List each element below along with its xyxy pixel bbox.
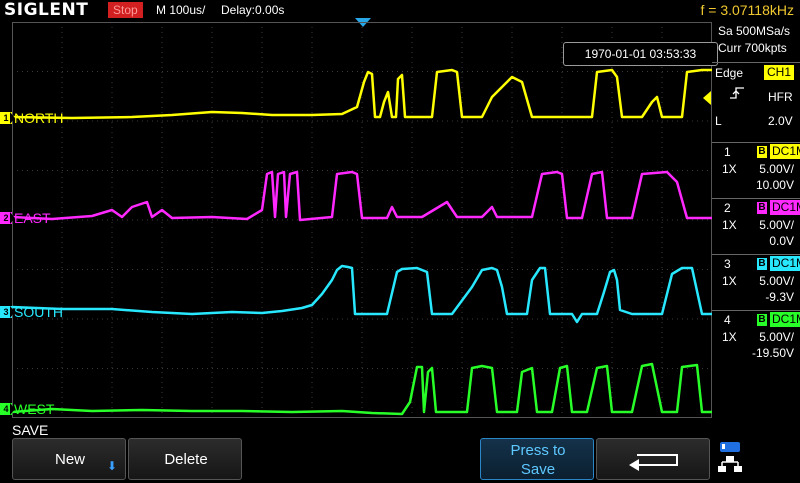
ch1-offset: 10.00V (755, 178, 794, 192)
delay-readout[interactable]: Delay:0.00s (221, 0, 284, 20)
ch4-number: 4 (724, 313, 731, 327)
ch4-info[interactable]: 4 B DC1M 1X 5.00V/ -19.50V (712, 310, 800, 367)
ch3-number: 3 (724, 257, 731, 271)
ch1-number: 1 (724, 145, 731, 159)
ch4-scale: 5.00V/ (759, 330, 794, 344)
ch4-offset: -19.50V (751, 346, 794, 360)
trigger-coupling: HFR (768, 90, 793, 104)
back-button[interactable] (596, 438, 710, 480)
trigger-level-marker-icon (703, 91, 711, 105)
run-state-badge[interactable]: Stop (108, 2, 143, 18)
ch2-trace (11, 170, 712, 222)
ch4-bw-limit-badge: B (757, 314, 767, 326)
timestamp-display: 1970-01-01 03:53:33 (563, 42, 718, 66)
press-to-save-button[interactable]: Press to Save (480, 438, 594, 480)
memory-depth: Curr 700kpts (718, 41, 787, 55)
ch1-label: NORTH (14, 110, 64, 126)
trigger-type: Edge (715, 66, 744, 80)
ch2-coupling: DC1M (770, 200, 800, 215)
waveform-grid (11, 22, 712, 418)
menu-title: SAVE (12, 422, 49, 438)
ch4-label: WEST (14, 401, 55, 417)
top-status-bar: SIGLENT Stop M 100us/ Delay:0.00s f = 3.… (0, 0, 800, 20)
ch2-scale: 5.00V/ (759, 218, 794, 232)
ch3-scale: 5.00V/ (759, 274, 794, 288)
ch4-ground-marker[interactable]: 4 (0, 403, 15, 415)
network-storage-icon[interactable] (716, 440, 746, 478)
save-button-line2: Save (520, 461, 556, 478)
ch3-coupling: DC1M (770, 256, 800, 271)
ch1-bw-limit-badge: B (757, 146, 767, 158)
delete-button-label: Delete (164, 451, 208, 468)
ch3-ground-marker[interactable]: 3 (0, 306, 15, 318)
timebase-readout[interactable]: M 100us/ (156, 0, 205, 20)
return-arrow-icon (629, 454, 678, 471)
brand-logo: SIGLENT (4, 0, 89, 20)
ch4-coupling: DC1M (770, 312, 800, 327)
trigger-panel[interactable]: Edge CH1 HFR L 2.0V (703, 62, 800, 137)
ch1-info[interactable]: 1 B DC1M 1X 5.00V/ 10.00V (712, 142, 800, 199)
ch1-coupling: DC1M (770, 144, 800, 159)
ch3-bw-limit-badge: B (757, 258, 767, 270)
ch1-ground-marker[interactable]: 1 (0, 112, 15, 124)
new-button[interactable]: New ⬇ (12, 438, 126, 480)
chevron-down-icon: ⬇ (106, 459, 117, 473)
ch2-ground-marker[interactable]: 2 (0, 212, 15, 224)
ch2-label: EAST (14, 210, 51, 226)
ch1-scale: 5.00V/ (759, 162, 794, 176)
save-button-line1: Press to (510, 442, 566, 459)
trigger-level-label: L (715, 114, 722, 128)
ch3-label: SOUTH (14, 304, 63, 320)
grid-lines (12, 22, 712, 418)
waveform-display[interactable]: 1970-01-01 03:53:33 (11, 22, 718, 418)
ch2-probe: 1X (722, 218, 737, 232)
rising-edge-icon (730, 87, 744, 99)
ch3-probe: 1X (722, 274, 737, 288)
ch3-info[interactable]: 3 B DC1M 1X 5.00V/ -9.3V (712, 254, 800, 311)
ch3-trace (11, 264, 712, 324)
ch2-bw-limit-badge: B (757, 202, 767, 214)
ch2-info[interactable]: 2 B DC1M 1X 5.00V/ 0.0V (712, 198, 800, 255)
trigger-source: CH1 (764, 65, 795, 80)
ch4-probe: 1X (722, 330, 737, 344)
ch3-offset: -9.3V (765, 290, 794, 304)
ch4-trace (11, 362, 712, 416)
ch2-number: 2 (724, 201, 731, 215)
sample-rate: Sa 500MSa/s (718, 24, 791, 38)
ch2-offset: 0.0V (769, 234, 794, 248)
ch1-probe: 1X (722, 162, 737, 176)
delete-button[interactable]: Delete (128, 438, 242, 480)
trigger-level: 2.0V (768, 114, 793, 128)
frequency-counter: f = 3.07118kHz (700, 2, 794, 18)
